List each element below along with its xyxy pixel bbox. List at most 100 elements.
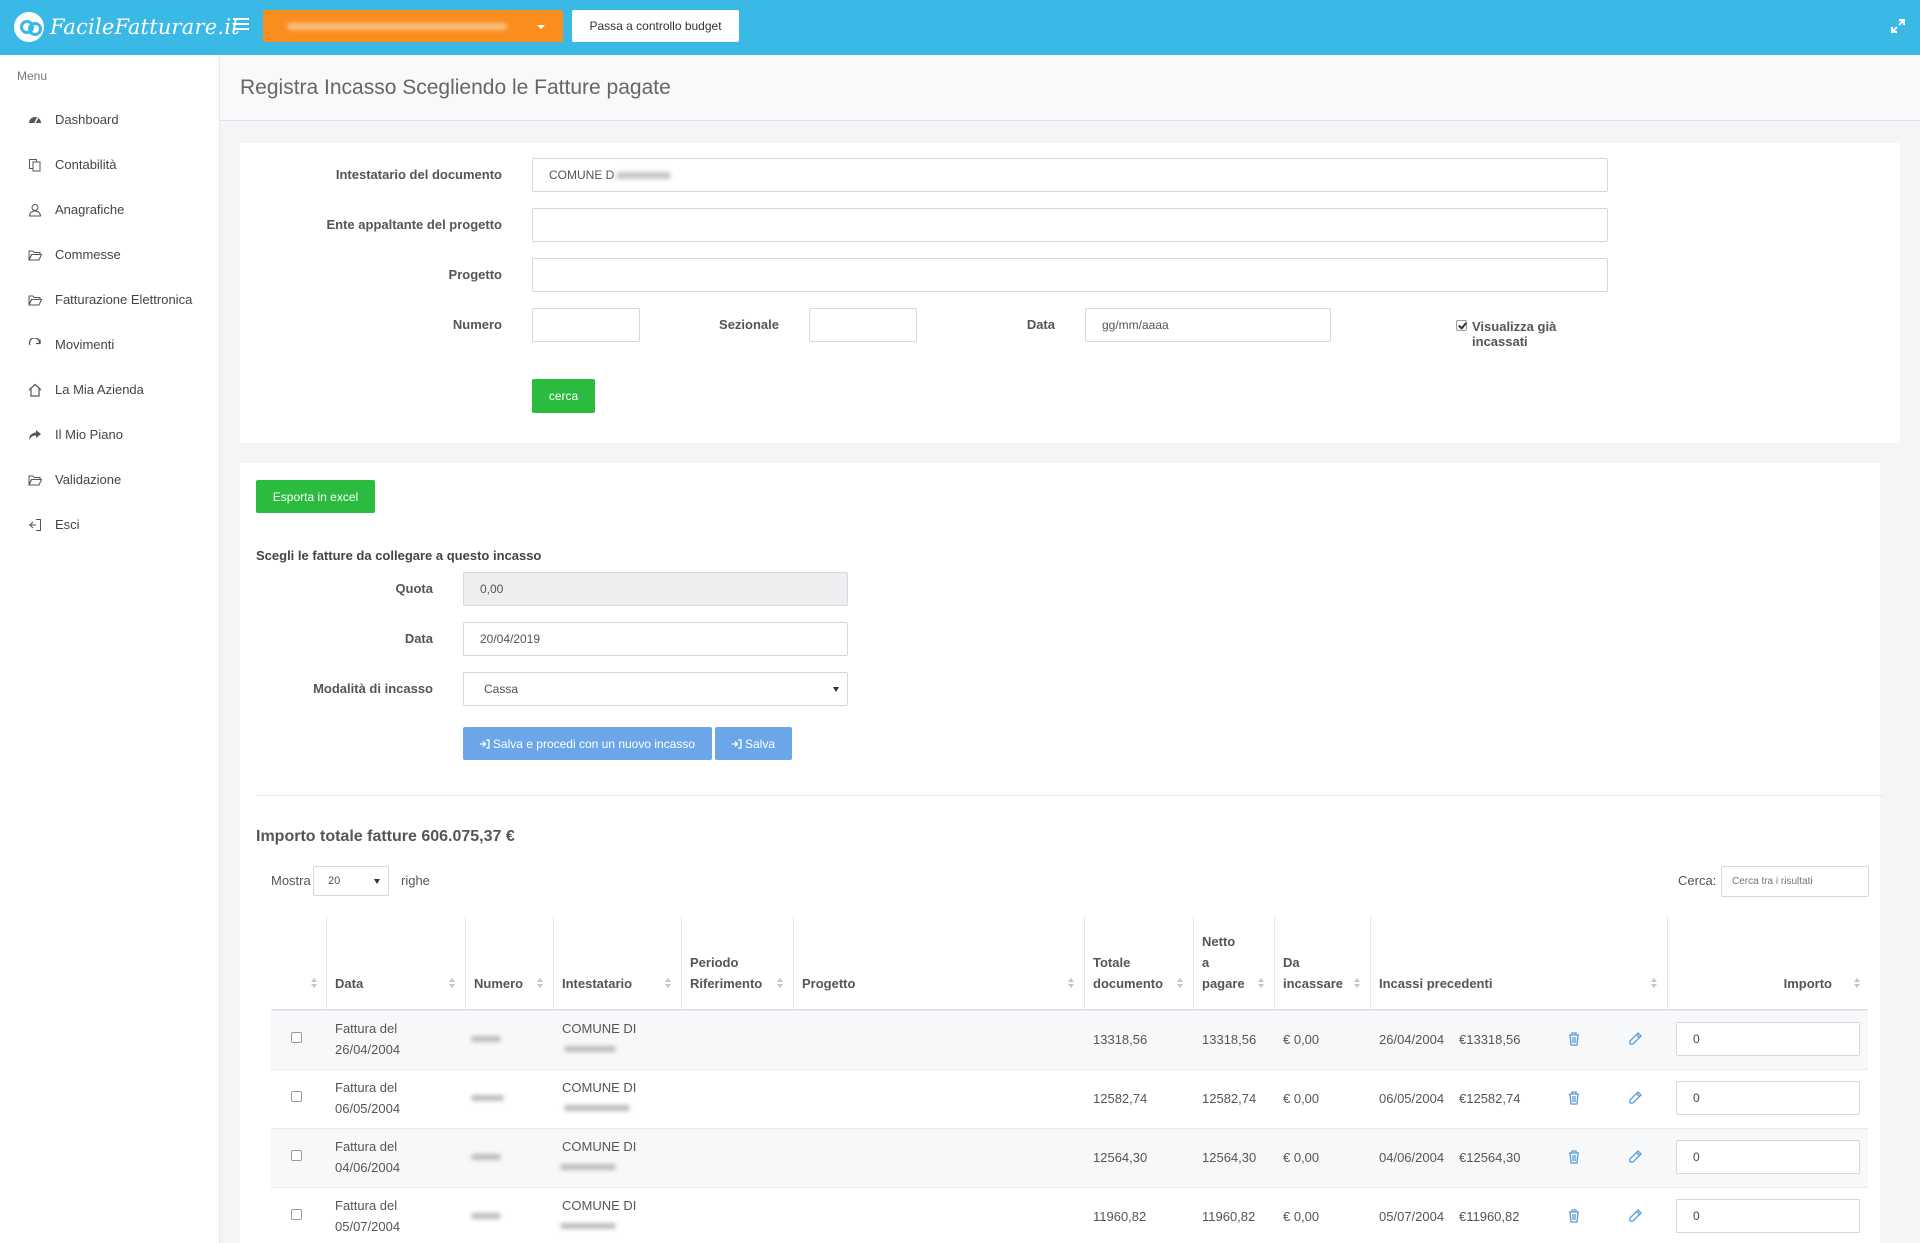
sidebar-item-dashboard[interactable]: Dashboard: [0, 97, 219, 142]
divider: [256, 795, 1884, 796]
sort-icon[interactable]: [1651, 978, 1657, 988]
sidebar: Menu Dashboard Contabilità Anagrafiche C…: [0, 55, 220, 1243]
progetto-input[interactable]: [532, 258, 1608, 292]
trash-icon[interactable]: [1567, 1031, 1581, 1047]
row-select-checkbox[interactable]: [291, 1032, 302, 1043]
logo-icon: [14, 12, 44, 42]
pencil-icon[interactable]: [1628, 1208, 1642, 1224]
sidebar-item-esci[interactable]: Esci: [0, 502, 219, 547]
expand-icon[interactable]: [1890, 18, 1906, 34]
row-intestatario: COMUNE DI: [562, 1198, 637, 1213]
sort-icon[interactable]: [1854, 978, 1860, 988]
sort-icon[interactable]: [1258, 978, 1264, 988]
row-select-checkbox[interactable]: [291, 1150, 302, 1161]
sort-icon[interactable]: [1177, 978, 1183, 988]
sidebar-item-contabilita[interactable]: Contabilità: [0, 142, 219, 187]
sidebar-item-la-mia-azienda[interactable]: La Mia Azienda: [0, 367, 219, 412]
brand-logo[interactable]: FacileFatturare.it: [14, 10, 240, 44]
row-data-line: 04/06/2004: [335, 1160, 401, 1175]
sidebar-item-validazione[interactable]: Validazione: [0, 457, 219, 502]
sort-icon[interactable]: [777, 978, 783, 988]
intestatario-input[interactable]: COMUNE D: [532, 158, 1608, 192]
row-totale: 11960,82: [1093, 1209, 1147, 1224]
search-button[interactable]: cerca: [532, 379, 595, 413]
redacted-text: [616, 171, 672, 179]
numero-input[interactable]: [532, 308, 640, 342]
sidebar-item-anagrafiche[interactable]: Anagrafiche: [0, 187, 219, 232]
header-totale[interactable]: Totale documento: [1093, 952, 1163, 994]
sort-icon[interactable]: [537, 978, 543, 988]
pencil-icon[interactable]: [1628, 1090, 1642, 1106]
header-netto-line: Netto: [1202, 934, 1236, 949]
sidebar-item-label: La Mia Azienda: [55, 382, 144, 397]
visualizza-incassati-checkbox[interactable]: [1456, 320, 1467, 331]
header-periodo-line: Periodo: [690, 955, 739, 970]
folder-open-icon: [27, 292, 43, 308]
row-importo-input[interactable]: 0: [1676, 1022, 1860, 1056]
sort-icon[interactable]: [1068, 978, 1074, 988]
sort-icon[interactable]: [1354, 978, 1360, 988]
row-importo-input[interactable]: 0: [1676, 1081, 1860, 1115]
header-intestatario[interactable]: Intestatario: [562, 973, 632, 994]
pencil-icon[interactable]: [1628, 1031, 1642, 1047]
row-select-checkbox[interactable]: [291, 1209, 302, 1220]
row-totale: 13318,56: [1093, 1032, 1148, 1047]
company-selector[interactable]: [263, 10, 563, 42]
header-da-incassare[interactable]: Da incassare: [1283, 952, 1343, 994]
header-numero[interactable]: Numero: [474, 973, 523, 994]
sidebar-item-movimenti[interactable]: Movimenti: [0, 322, 219, 367]
incasso-data-input[interactable]: 20/04/2019: [463, 622, 848, 656]
header-periodo[interactable]: Periodo Riferimento: [690, 952, 762, 994]
header-data[interactable]: Data: [335, 973, 363, 994]
sidebar-item-fatturazione-elettronica[interactable]: Fatturazione Elettronica: [0, 277, 219, 322]
page-title: Registra Incasso Scegliendo le Fatture p…: [240, 76, 671, 99]
sort-icon[interactable]: [311, 978, 317, 988]
header-netto[interactable]: Netto a pagare: [1202, 931, 1245, 994]
sort-icon[interactable]: [449, 978, 455, 988]
sort-icon[interactable]: [665, 978, 671, 988]
row-importo-input[interactable]: 0: [1676, 1140, 1860, 1174]
header-progetto[interactable]: Progetto: [802, 973, 855, 994]
trash-icon[interactable]: [1567, 1208, 1581, 1224]
visualizza-incassati-label: Visualizza già incassati: [1472, 319, 1557, 349]
row-intestatario: COMUNE DI: [562, 1080, 637, 1095]
sign-in-icon: [731, 738, 742, 749]
trash-icon[interactable]: [1567, 1090, 1581, 1106]
header-incassi-precedenti[interactable]: Incassi precedenti: [1379, 973, 1492, 994]
row-data-line: Fattura del: [335, 1198, 398, 1213]
row-data: Fattura del 26/04/2004: [335, 1018, 400, 1060]
sidebar-item-il-mio-piano[interactable]: Il Mio Piano: [0, 412, 219, 457]
data-input[interactable]: gg/mm/aaaa: [1085, 308, 1331, 342]
pencil-icon[interactable]: [1628, 1149, 1642, 1165]
save-and-new-button[interactable]: Salva e procedi con un nuovo incasso: [463, 727, 712, 760]
sidebar-item-commesse[interactable]: Commesse: [0, 232, 219, 277]
header-totale-line: documento: [1093, 976, 1164, 991]
save-button[interactable]: Salva: [715, 727, 792, 760]
table-search-input[interactable]: [1721, 866, 1869, 897]
page-size-select[interactable]: 20: [313, 866, 389, 896]
sidebar-item-label: Esci: [55, 517, 80, 532]
row-importo-input[interactable]: 0: [1676, 1199, 1860, 1233]
sidebar-item-label: Il Mio Piano: [55, 427, 123, 442]
budget-control-button[interactable]: Passa a controllo budget: [572, 10, 739, 42]
export-excel-button[interactable]: Esporta in excel: [256, 480, 375, 513]
trash-icon[interactable]: [1567, 1149, 1581, 1165]
ente-appaltante-input[interactable]: [532, 208, 1608, 242]
row-netto: 13318,56: [1202, 1032, 1257, 1047]
sidebar-item-label: Anagrafiche: [55, 202, 125, 217]
modalita-select[interactable]: Cassa: [463, 672, 848, 706]
menu-toggle-icon[interactable]: [233, 18, 249, 32]
intestatario-value: COMUNE D: [549, 168, 615, 182]
show-label: Mostra: [271, 873, 311, 888]
row-select-checkbox[interactable]: [291, 1091, 302, 1102]
sezionale-label: Sezionale: [719, 317, 779, 332]
caret-down-icon: [537, 25, 545, 29]
sezionale-input[interactable]: [809, 308, 917, 342]
modalita-value: Cassa: [484, 682, 519, 696]
row-netto: 12582,74: [1202, 1091, 1257, 1106]
header-netto-line: a: [1202, 955, 1210, 970]
dashboard-icon: [27, 112, 43, 128]
sidebar-nav: Dashboard Contabilità Anagrafiche Commes…: [0, 97, 219, 547]
quota-value: 0,00: [480, 582, 504, 596]
header-importo[interactable]: Importo: [1700, 973, 1832, 994]
